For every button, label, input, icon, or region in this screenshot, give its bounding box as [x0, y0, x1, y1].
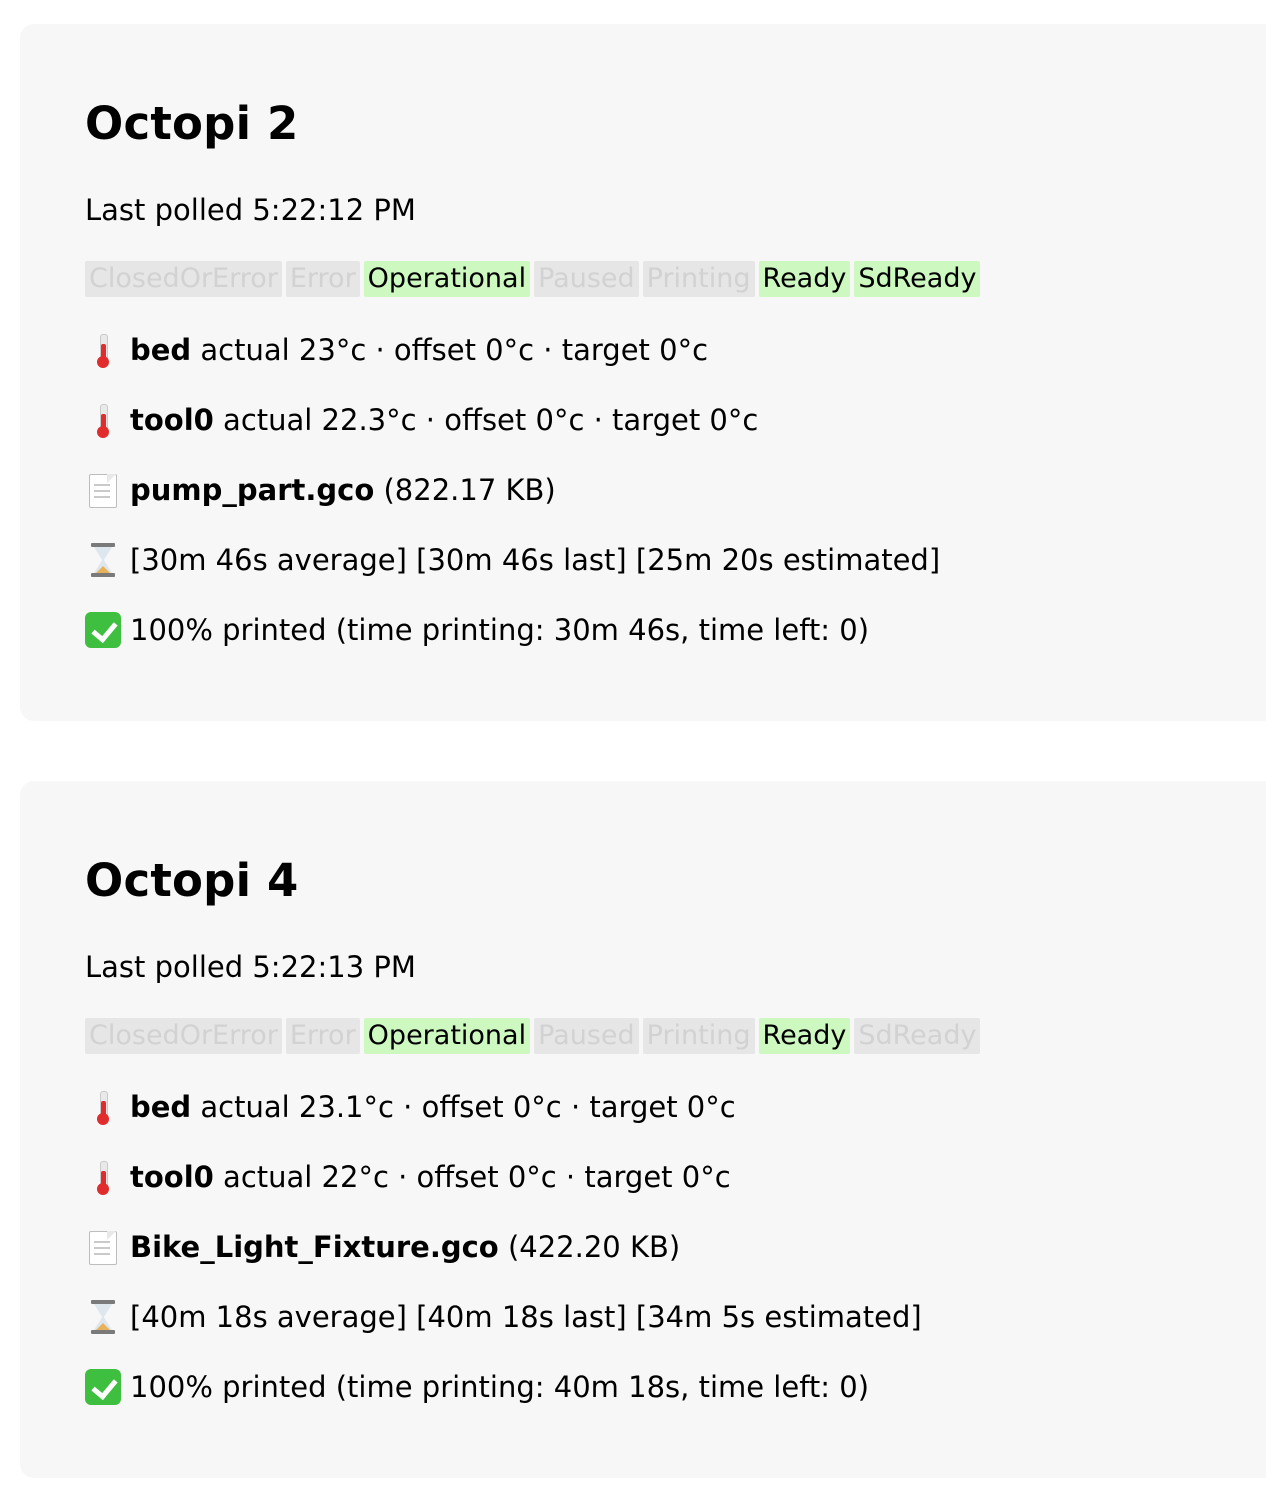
document-icon: [85, 472, 121, 508]
printer-title: Octopi 2: [85, 97, 299, 150]
progress-row: 100% printed (time printing: 40m 18s, ti…: [85, 1367, 869, 1407]
file-name: pump_part.gco: [130, 473, 375, 507]
heater-detail: actual 23.1°c · offset 0°c · target 0°c: [200, 1090, 736, 1124]
file-row: Bike_Light_Fixture.gco (422.20 KB): [85, 1227, 680, 1267]
progress-text: 100% printed (time printing: 40m 18s, ti…: [130, 1370, 870, 1404]
file-name: Bike_Light_Fixture.gco: [130, 1230, 499, 1264]
state-flag-printing: Printing: [642, 1018, 755, 1054]
heater-name: tool0: [130, 1160, 214, 1194]
printer-title: Octopi 4: [85, 854, 299, 907]
state-flag-paused: Paused: [534, 261, 639, 297]
file-row: pump_part.gco (822.17 KB): [85, 470, 556, 510]
heater-name: bed: [130, 333, 192, 367]
printer-card-octopi-2: Octopi 2 Last polled 5:22:12 PM ClosedOr…: [20, 24, 1266, 721]
heater-detail: actual 22°c · offset 0°c · target 0°c: [223, 1160, 731, 1194]
last-polled-text: Last polled 5:22:13 PM: [85, 950, 416, 984]
tool-temperature-row: tool0 actual 22.3°c · offset 0°c · targe…: [85, 400, 758, 440]
hourglass-icon: [85, 1299, 121, 1335]
tool-temperature-row: tool0 actual 22°c · offset 0°c · target …: [85, 1157, 731, 1197]
state-flags: ClosedOrError Error Operational Paused P…: [85, 1018, 981, 1054]
thermometer-icon: [85, 1089, 121, 1125]
file-size: (822.17 KB): [383, 473, 556, 507]
print-times: [40m 18s average] [40m 18s last] [34m 5s…: [130, 1300, 922, 1334]
state-flag-sd-ready: SdReady: [854, 1018, 981, 1054]
check-mark-icon: [85, 1369, 121, 1405]
last-polled-text: Last polled 5:22:12 PM: [85, 193, 416, 227]
state-flags: ClosedOrError Error Operational Paused P…: [85, 261, 981, 297]
state-flag-ready: Ready: [758, 261, 851, 297]
file-size: (422.20 KB): [507, 1230, 681, 1264]
print-times-row: [30m 46s average] [30m 46s last] [25m 20…: [85, 540, 940, 580]
bed-temperature-row: bed actual 23°c · offset 0°c · target 0°…: [85, 330, 708, 370]
state-flag-sd-ready: SdReady: [854, 261, 981, 297]
heater-detail: actual 22.3°c · offset 0°c · target 0°c: [223, 403, 759, 437]
heater-detail: actual 23°c · offset 0°c · target 0°c: [200, 333, 709, 367]
progress-text: 100% printed (time printing: 30m 46s, ti…: [130, 613, 870, 647]
thermometer-icon: [85, 332, 121, 368]
bed-temperature-row: bed actual 23.1°c · offset 0°c · target …: [85, 1087, 736, 1127]
state-flag-error: Error: [285, 261, 360, 297]
state-flag-operational: Operational: [363, 261, 531, 297]
heater-name: bed: [130, 1090, 192, 1124]
print-times-row: [40m 18s average] [40m 18s last] [34m 5s…: [85, 1297, 922, 1337]
state-flag-closed-or-error: ClosedOrError: [85, 1018, 282, 1054]
thermometer-icon: [85, 402, 121, 438]
hourglass-icon: [85, 542, 121, 578]
state-flag-closed-or-error: ClosedOrError: [85, 261, 282, 297]
state-flag-operational: Operational: [363, 1018, 531, 1054]
document-icon: [85, 1229, 121, 1265]
progress-row: 100% printed (time printing: 30m 46s, ti…: [85, 610, 869, 650]
state-flag-printing: Printing: [642, 261, 755, 297]
printer-card-octopi-4: Octopi 4 Last polled 5:22:13 PM ClosedOr…: [20, 781, 1266, 1478]
check-mark-icon: [85, 612, 121, 648]
heater-name: tool0: [130, 403, 214, 437]
thermometer-icon: [85, 1159, 121, 1195]
state-flag-error: Error: [285, 1018, 360, 1054]
printer-dashboard: Octopi 2 Last polled 5:22:12 PM ClosedOr…: [0, 0, 1266, 1490]
state-flag-ready: Ready: [758, 1018, 851, 1054]
state-flag-paused: Paused: [534, 1018, 639, 1054]
print-times: [30m 46s average] [30m 46s last] [25m 20…: [130, 543, 941, 577]
